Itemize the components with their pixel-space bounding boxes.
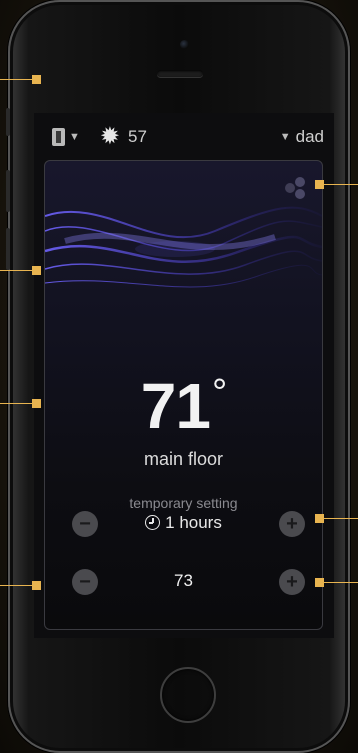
top-bar: ▼ ✹ 57 ▼ dad	[52, 123, 324, 151]
user-name[interactable]: dad	[296, 127, 324, 147]
callout-line	[0, 79, 32, 80]
callout-marker	[32, 581, 41, 590]
degree-symbol: °	[211, 372, 227, 414]
callout-marker	[315, 180, 324, 189]
callout-line	[0, 270, 32, 271]
mute-switch	[6, 108, 10, 136]
temperature-value: 71	[140, 370, 211, 442]
building-icon[interactable]	[52, 128, 65, 146]
callout-line	[324, 184, 358, 185]
volume-up-button	[6, 170, 10, 212]
callout-marker	[32, 266, 41, 275]
current-temperature: 71°	[45, 374, 322, 438]
callout-line	[324, 518, 358, 519]
options-dots-icon[interactable]	[282, 175, 310, 201]
duration-decrease-button[interactable]: −	[72, 511, 98, 537]
outdoor-temperature: 57	[128, 127, 147, 146]
building-dropdown-caret-icon[interactable]: ▼	[69, 131, 80, 143]
duration-value: 1 hours	[165, 513, 222, 532]
callout-line	[324, 582, 358, 583]
user-selector[interactable]: ▼ dad	[280, 127, 324, 147]
thermostat-panel: 71° main floor temporary setting 1 hours…	[44, 160, 323, 630]
home-button	[160, 667, 216, 723]
front-camera	[180, 40, 189, 49]
user-dropdown-caret-icon[interactable]: ▼	[280, 131, 291, 143]
callout-marker	[32, 75, 41, 84]
mode-label: temporary setting	[129, 495, 238, 511]
volume-down-button	[6, 228, 10, 270]
zone-name: main floor	[143, 449, 224, 469]
callout-line	[0, 403, 32, 404]
clock-icon	[145, 515, 161, 530]
sun-icon: ✹	[99, 123, 120, 150]
callout-marker	[32, 399, 41, 408]
callout-line	[0, 585, 32, 586]
earpiece-speaker	[157, 70, 203, 77]
setpoint-increase-button[interactable]: +	[279, 569, 305, 595]
callout-marker	[315, 578, 324, 587]
ambient-wave-graphic	[45, 206, 322, 288]
duration-increase-button[interactable]: +	[279, 511, 305, 537]
app-screen: ▼ ✹ 57 ▼ dad 71° main floor temporary se…	[34, 113, 334, 638]
callout-marker	[315, 514, 324, 523]
